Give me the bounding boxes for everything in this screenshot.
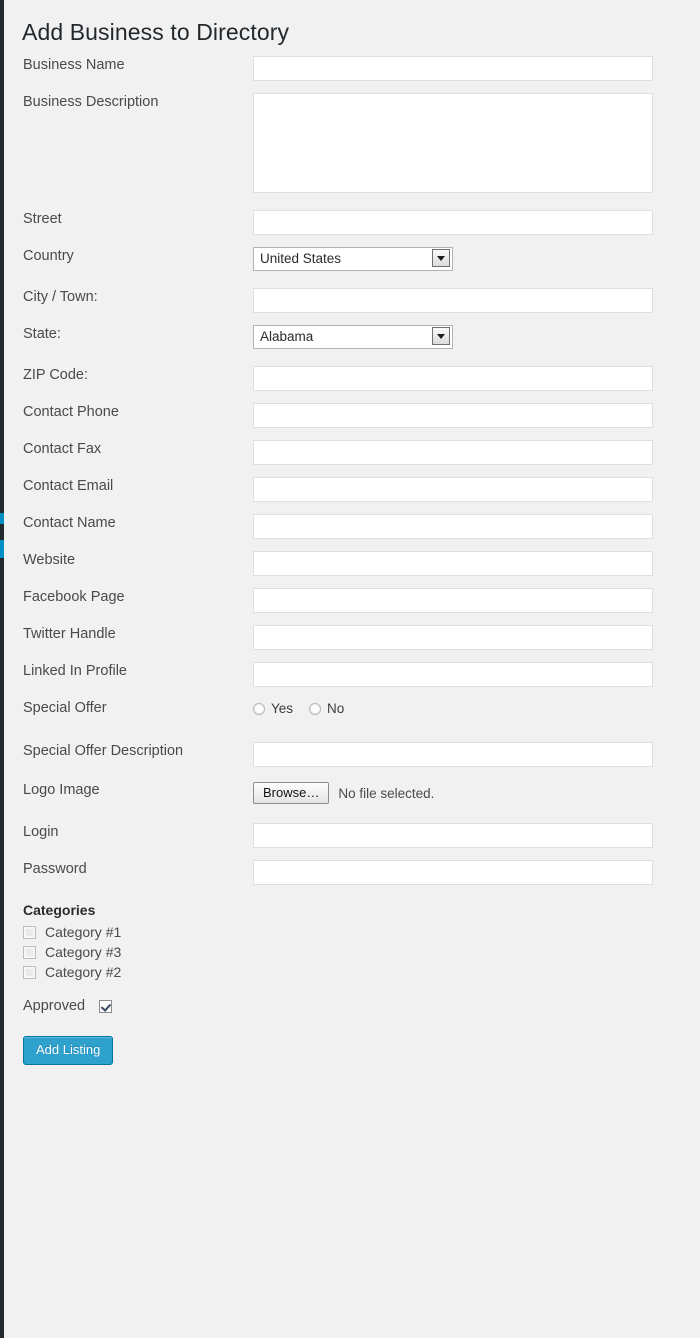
city-input[interactable] (253, 288, 653, 313)
category-label: Category #2 (45, 964, 122, 980)
categories-heading: Categories (23, 902, 96, 918)
checkbox-icon (23, 925, 36, 939)
chevron-down-icon (432, 249, 450, 267)
label-zip: ZIP Code: (23, 367, 89, 383)
approved-label: Approved (23, 998, 86, 1014)
form-row-country: Country United States (4, 247, 700, 276)
label-contact-name: Contact Name (23, 515, 116, 531)
approved-checkbox[interactable] (99, 999, 113, 1013)
label-business-description: Business Description (23, 94, 159, 110)
twitter-input[interactable] (253, 625, 653, 650)
label-logo-image: Logo Image (23, 782, 100, 798)
page-container: Add Business to Directory Business Name … (4, 0, 700, 1338)
state-select-value: Alabama (253, 325, 453, 349)
radio-icon (309, 702, 322, 715)
form-row-facebook: Facebook Page (4, 588, 700, 614)
category-label: Category #3 (45, 944, 122, 960)
form-row-special-offer: Special Offer Yes No (4, 699, 700, 725)
contact-phone-input[interactable] (253, 403, 653, 428)
special-offer-radio-yes[interactable]: Yes (253, 701, 293, 716)
label-city: City / Town: (23, 289, 98, 305)
country-select[interactable]: United States (253, 247, 453, 271)
business-description-textarea[interactable] (253, 93, 653, 193)
form-row-login: Login (4, 823, 700, 849)
password-input[interactable] (253, 860, 653, 885)
label-twitter: Twitter Handle (23, 626, 116, 642)
special-offer-radio-group: Yes No (253, 699, 700, 716)
category-label: Category #1 (45, 924, 122, 940)
rail-accent-segment-2 (0, 540, 4, 558)
category-checkbox-row[interactable]: Category #2 (23, 962, 700, 982)
business-name-input[interactable] (253, 56, 653, 81)
label-contact-email: Contact Email (23, 478, 114, 494)
add-business-form: Business Name Business Description Stree… (4, 46, 700, 1065)
contact-fax-input[interactable] (253, 440, 653, 465)
label-business-name: Business Name (23, 57, 125, 73)
form-row-state: State: Alabama (4, 325, 700, 354)
label-contact-phone: Contact Phone (23, 404, 119, 420)
label-country: Country (23, 248, 74, 264)
category-checkbox-row[interactable]: Category #3 (23, 942, 700, 962)
label-contact-fax: Contact Fax (23, 441, 102, 457)
label-login: Login (23, 824, 59, 840)
form-row-business-name: Business Name (4, 56, 700, 82)
file-selected-status: No file selected. (338, 785, 435, 801)
label-state: State: (23, 326, 61, 342)
label-special-offer: Special Offer (23, 700, 107, 716)
rail-accent-segment-1 (0, 513, 4, 524)
label-street: Street (23, 211, 62, 227)
categories-block: Categories Category #1 Category #3 Categ… (4, 901, 700, 982)
street-input[interactable] (253, 210, 653, 235)
chevron-down-icon (432, 327, 450, 345)
approved-row: Approved (4, 982, 700, 1014)
form-row-password: Password (4, 860, 700, 886)
category-checkbox-row[interactable]: Category #1 (23, 922, 700, 942)
form-row-zip: ZIP Code: (4, 366, 700, 392)
browse-button[interactable]: Browse… (253, 782, 330, 804)
special-offer-description-input[interactable] (253, 742, 653, 767)
form-row-website: Website (4, 551, 700, 577)
website-input[interactable] (253, 551, 653, 576)
form-row-contact-phone: Contact Phone (4, 403, 700, 429)
special-offer-radio-yes-label: Yes (271, 701, 294, 716)
country-select-value: United States (253, 247, 453, 271)
page-title: Add Business to Directory (22, 19, 290, 45)
form-row-linkedin: Linked In Profile (4, 662, 700, 688)
checkbox-icon (23, 945, 36, 959)
facebook-input[interactable] (253, 588, 653, 613)
login-input[interactable] (253, 823, 653, 848)
form-row-contact-email: Contact Email (4, 477, 700, 503)
radio-icon (253, 702, 265, 715)
form-row-logo-image: Logo Image Browse… No file selected. (4, 781, 700, 807)
admin-sidebar-rail (0, 0, 4, 1338)
form-row-city: City / Town: (4, 288, 700, 314)
special-offer-radio-no-label: No (327, 701, 345, 716)
special-offer-radio-no[interactable]: No (309, 701, 344, 716)
form-row-contact-fax: Contact Fax (4, 440, 700, 466)
contact-email-input[interactable] (253, 477, 653, 502)
form-row-contact-name: Contact Name (4, 514, 700, 540)
label-password: Password (23, 861, 87, 877)
contact-name-input[interactable] (253, 514, 653, 539)
form-row-special-offer-description: Special Offer Description (4, 742, 700, 768)
linkedin-input[interactable] (253, 662, 653, 687)
add-listing-button[interactable]: Add Listing (23, 1036, 114, 1065)
logo-image-file-input: Browse… No file selected. (253, 781, 700, 804)
state-select[interactable]: Alabama (253, 325, 453, 349)
label-facebook: Facebook Page (23, 589, 125, 605)
form-row-business-description: Business Description (4, 93, 700, 198)
form-row-street: Street (4, 210, 700, 236)
form-row-twitter: Twitter Handle (4, 625, 700, 651)
zip-input[interactable] (253, 366, 653, 391)
label-website: Website (23, 552, 76, 568)
submit-row: Add Listing (4, 1014, 700, 1065)
label-linkedin: Linked In Profile (23, 663, 127, 679)
checkbox-icon (23, 965, 36, 979)
label-special-offer-description: Special Offer Description (23, 743, 184, 759)
